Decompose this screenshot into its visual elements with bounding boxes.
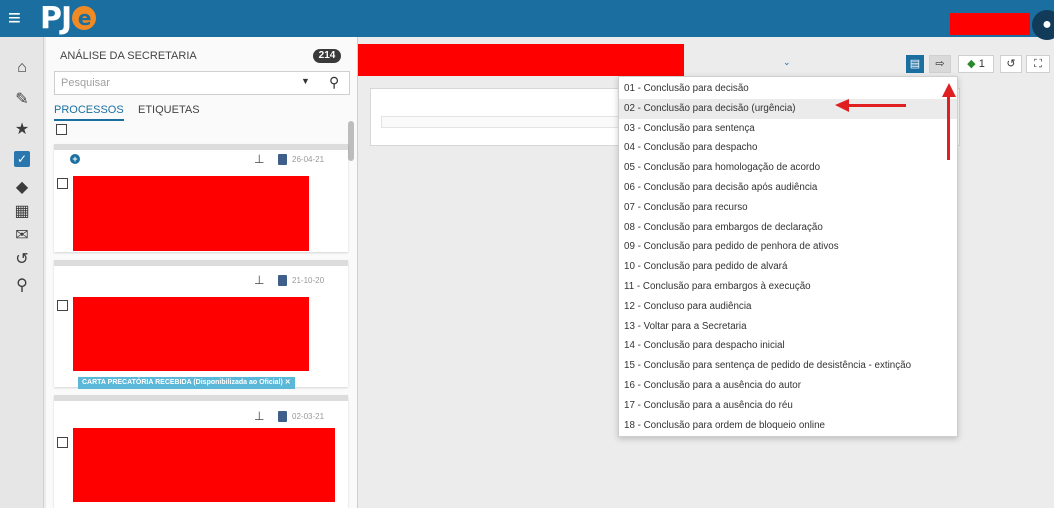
expand-plus-icon[interactable]: + xyxy=(70,154,80,164)
search-input[interactable] xyxy=(55,72,285,94)
logo-accent: e xyxy=(72,6,97,30)
select-all-checkbox[interactable] xyxy=(56,124,67,135)
home-icon[interactable]: ⌂ xyxy=(11,57,33,79)
menu-icon[interactable]: ≡ xyxy=(8,6,21,30)
search-icon[interactable]: ⚲ xyxy=(11,275,33,297)
card-checkbox[interactable] xyxy=(57,437,68,448)
dropdown-item[interactable]: 10 - Conclusão para pedido de alvará xyxy=(619,257,957,277)
process-list-panel: ANÁLISE DA SECRETARIA 214 ▼ ⚲ PROCESSOS … xyxy=(46,37,358,508)
search-filter-dropdown-icon[interactable]: ▼ xyxy=(301,76,310,86)
process-details-redacted xyxy=(73,297,309,371)
move-task-button[interactable]: ⇨ xyxy=(929,55,951,73)
pin-icon[interactable]: ⊥ xyxy=(254,152,264,166)
process-card[interactable]: ⊥ 02-03-21 xyxy=(54,395,348,508)
annotation-arrow-left xyxy=(846,104,906,107)
book-icon[interactable] xyxy=(278,154,287,165)
dropdown-item[interactable]: 04 - Conclusão para despacho xyxy=(619,138,957,158)
process-header-redacted xyxy=(358,44,684,76)
process-card[interactable]: + ⊥ 26-04-21 xyxy=(54,144,348,252)
document-view-button[interactable]: ▤ xyxy=(906,55,924,73)
dropdown-item[interactable]: 01 - Conclusão para decisão xyxy=(619,79,957,99)
tags-button[interactable]: ◆ 1 xyxy=(958,55,994,73)
user-name-redacted xyxy=(950,13,1030,35)
tag-icon: ◆ xyxy=(967,58,976,70)
icon-rail: ⌂ ✎ ★ ✓ ◆ ▦ ✉ ↺ ⚲ xyxy=(0,37,44,508)
card-date: 02-03-21 xyxy=(292,412,325,421)
dropdown-item[interactable]: 09 - Conclusão para pedido de penhora de… xyxy=(619,237,957,257)
card-date: 26-04-21 xyxy=(292,155,325,164)
dropdown-item[interactable]: 14 - Conclusão para despacho inicial xyxy=(619,336,957,356)
tab-etiquetas[interactable]: ETIQUETAS xyxy=(138,104,200,116)
dropdown-item[interactable]: 03 - Conclusão para sentença xyxy=(619,119,957,139)
process-card[interactable]: ⊥ 21-10-20 CARTA PRECATÓRIA RECEBIDA (Di… xyxy=(54,260,348,389)
dropdown-item[interactable]: 08 - Conclusão para embargos de declaraç… xyxy=(619,218,957,238)
book-icon[interactable] xyxy=(278,411,287,422)
process-details-redacted xyxy=(73,176,309,251)
tasks-checkbox-icon[interactable]: ✓ xyxy=(14,151,30,167)
dropdown-item[interactable]: 05 - Conclusão para homologação de acord… xyxy=(619,158,957,178)
dropdown-item[interactable]: 13 - Voltar para a Secretaria xyxy=(619,317,957,337)
dropdown-item[interactable]: 06 - Conclusão para decisão após audiênc… xyxy=(619,178,957,198)
dropdown-item[interactable]: 18 - Conclusão para ordem de bloqueio on… xyxy=(619,416,957,436)
pje-logo[interactable]: PJ e xyxy=(40,1,97,36)
history-icon[interactable]: ↺ xyxy=(11,249,33,271)
transition-dropdown-menu: 01 - Conclusão para decisão 02 - Conclusã… xyxy=(618,76,958,437)
tab-processos[interactable]: PROCESSOS xyxy=(54,104,124,121)
logo-text: PJ xyxy=(40,1,72,36)
history-button[interactable]: ↺ xyxy=(1000,55,1022,73)
process-tag-badge[interactable]: CARTA PRECATÓRIA RECEBIDA (Disponibiliza… xyxy=(78,377,295,389)
content-placeholder xyxy=(381,116,631,128)
chevron-down-icon[interactable]: ⌄ xyxy=(783,57,791,68)
pin-icon[interactable]: ⊥ xyxy=(254,409,264,423)
dropdown-item[interactable]: 11 - Conclusão para embargos à execução xyxy=(619,277,957,297)
envelope-icon[interactable]: ✉ xyxy=(11,225,33,247)
star-icon[interactable]: ★ xyxy=(11,119,33,141)
user-avatar-icon[interactable]: ● xyxy=(1032,10,1054,40)
card-checkbox[interactable] xyxy=(57,178,68,189)
pencil-icon[interactable]: ✎ xyxy=(11,89,33,111)
dropdown-item[interactable]: 17 - Conclusão para a ausência do réu xyxy=(619,396,957,416)
pin-icon[interactable]: ⊥ xyxy=(254,273,264,287)
card-date: 21-10-20 xyxy=(292,276,325,285)
tag-count: 1 xyxy=(978,58,985,70)
dropdown-item[interactable]: 15 - Conclusão para sentença de pedido d… xyxy=(619,356,957,376)
tags-icon[interactable]: ◆ xyxy=(11,177,33,199)
fullscreen-button[interactable]: ⛶ xyxy=(1026,55,1050,73)
panel-title: ANÁLISE DA SECRETARIA xyxy=(60,50,197,62)
dropdown-item[interactable]: 07 - Conclusão para recurso xyxy=(619,198,957,218)
dropdown-item[interactable]: 16 - Conclusão para a ausência do autor xyxy=(619,376,957,396)
process-count-badge: 214 xyxy=(313,49,341,63)
search-box: ▼ ⚲ xyxy=(54,71,350,95)
annotation-arrow-up-head xyxy=(942,83,956,97)
dropdown-item[interactable]: 12 - Concluso para audiência xyxy=(619,297,957,317)
top-bar: ≡ PJ e ● xyxy=(0,0,1054,40)
search-icon[interactable]: ⚲ xyxy=(329,74,339,91)
book-icon[interactable] xyxy=(278,275,287,286)
card-checkbox[interactable] xyxy=(57,300,68,311)
dropdown-item[interactable]: 02 - Conclusão para decisão (urgência) xyxy=(619,98,957,119)
process-details-redacted xyxy=(73,428,335,502)
panel-scrollbar[interactable] xyxy=(348,121,354,161)
annotation-arrow-up xyxy=(947,96,950,160)
documents-icon[interactable]: ▦ xyxy=(11,201,33,223)
